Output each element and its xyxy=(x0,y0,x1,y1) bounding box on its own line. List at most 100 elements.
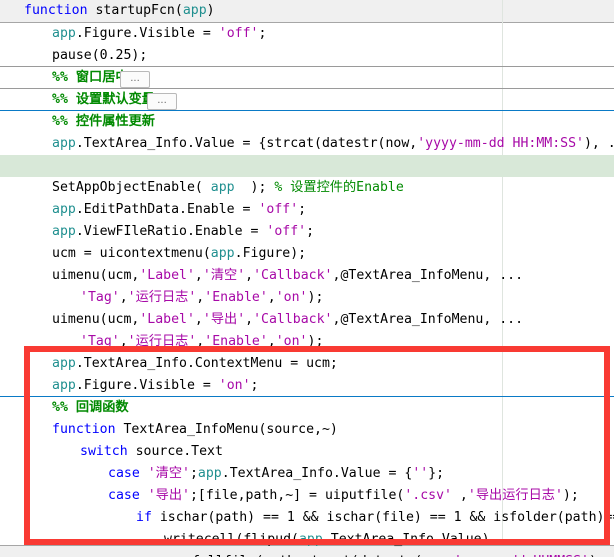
code-token-plain: pause(0.25); xyxy=(52,48,148,63)
code-token-plain: .TextArea_Info.Value), ... xyxy=(322,532,530,547)
code-token-prop: app xyxy=(197,466,222,481)
code-line-text: case '清空';app.TextArea_Info.Value = {''}… xyxy=(0,463,444,485)
code-token-str: '导出' xyxy=(147,488,190,503)
code-token-plain: , xyxy=(119,290,128,305)
code-token-str: 'Label' xyxy=(139,312,195,327)
code-token-prop: app xyxy=(52,224,76,239)
code-line-text: writecell(flipud(app.TextArea_Info.Value… xyxy=(0,529,529,551)
code-token-str: '运行日志' xyxy=(127,334,197,349)
section-divider xyxy=(0,110,614,111)
code-token-plain: ;[file,path,~] = uiputfile( xyxy=(189,488,405,503)
code-token-prop: app xyxy=(210,246,235,261)
code-token-plain: .Figure.Visible = xyxy=(75,26,219,41)
code-token-plain: }; xyxy=(428,466,445,481)
code-token-plain: ); xyxy=(307,290,324,305)
code-line-text: app.TextArea_Info.Value = {strcat(datest… xyxy=(0,133,614,155)
code-line[interactable]: SetAppObjectEnable( app ); % 设置控件的Enable xyxy=(0,177,614,199)
code-token-plain: ; xyxy=(258,26,267,41)
code-line[interactable]: app.Figure.Visible = 'off'; xyxy=(0,23,614,45)
code-line[interactable]: 'Tag','运行日志','Enable','on'); xyxy=(0,287,614,309)
section-divider xyxy=(0,66,614,67)
code-line-text: switch source.Text xyxy=(0,441,223,463)
code-token-sec: %% 回调函数 xyxy=(52,400,129,415)
code-line[interactable]: case '导出';[file,path,~] = uiputfile('.cs… xyxy=(0,485,614,507)
code-line[interactable]: %% 控件属性更新 xyxy=(0,111,614,133)
code-line[interactable]: app.TextArea_Info.ContextMenu = ucm; xyxy=(0,353,614,375)
code-token-plain: ); xyxy=(562,488,579,503)
code-line-text: fullfile(path,strcat(datestr(now,'yyyymm… xyxy=(0,551,614,557)
code-token-plain: .TextArea_Info.Value = {strcat(datestr(n… xyxy=(75,136,418,151)
code-token-sec: %% 设置默认变量 xyxy=(52,92,155,107)
collapsed-section-ellipsis-button[interactable]: ... xyxy=(147,93,177,110)
code-line-text: if ischar(path) == 1 && ischar(file) == … xyxy=(0,507,614,529)
code-line-text: uimenu(ucm,'Label','导出','Callback',@Text… xyxy=(0,309,523,331)
code-token-str: '' xyxy=(412,466,429,481)
code-line[interactable]: %% 窗口居中 xyxy=(0,67,614,89)
code-line[interactable]: uimenu(ucm,'Label','导出','Callback',@Text… xyxy=(0,309,614,331)
code-line-text: uimenu(ucm,'Label','清空','Callback',@Text… xyxy=(0,265,523,287)
code-token-plain: writecell(flipud( xyxy=(164,532,299,547)
code-lines[interactable]: function startupFcn(app) app.Figure.Visib… xyxy=(0,0,614,557)
code-token-str: '运行日志' xyxy=(127,290,197,305)
code-line[interactable]: %% 设置默认变量 xyxy=(0,89,614,111)
code-line-text: 'Tag','运行日志','Enable','on'); xyxy=(0,287,323,309)
code-token-prop: app xyxy=(182,3,207,18)
code-token-str: 'off' xyxy=(218,26,259,41)
code-token-str: 'yyyy-mm-dd HH:MM:SS' xyxy=(417,136,584,151)
code-token-prop: app xyxy=(210,180,235,195)
code-line[interactable]: writecell(flipud(app.TextArea_Info.Value… xyxy=(0,529,614,551)
code-token-plain: , xyxy=(267,290,276,305)
code-line-text: 'Tag','运行日志','Enable','on'); xyxy=(0,331,323,353)
code-token-str: 'off' xyxy=(258,202,299,217)
code-line-text: %% 设置默认变量 xyxy=(0,89,155,111)
code-line[interactable]: pause(0.25); xyxy=(0,45,614,67)
code-line[interactable]: fullfile(path,strcat(datestr(now,'yyyymm… xyxy=(0,551,614,557)
code-token-str: 'Enable' xyxy=(204,290,268,305)
code-line[interactable]: 'Tag','运行日志','Enable','on'); xyxy=(0,331,614,353)
code-line-text: function startupFcn(app) xyxy=(0,0,215,22)
code-token-str: 'Label' xyxy=(139,268,195,283)
code-token-prop: app xyxy=(52,202,76,217)
code-line[interactable]: switch source.Text xyxy=(0,441,614,463)
code-token-str: 'Callback' xyxy=(253,268,333,283)
code-line-text: function TextArea_InfoMenu(source,~) xyxy=(0,419,338,441)
code-line-text: %% 控件属性更新 xyxy=(0,111,155,133)
code-token-plain: ,@TextArea_InfoMenu, ... xyxy=(332,268,524,283)
code-token-str: 'on' xyxy=(218,378,251,393)
code-line[interactable]: app.EditPathData.Enable = 'off'; xyxy=(0,199,614,221)
code-token-str: '导出运行日志' xyxy=(467,488,563,503)
code-line-text: app.ViewFIleRatio.Enable = 'off'; xyxy=(0,221,314,243)
code-token-kw: if xyxy=(136,510,160,525)
code-line-text: ucm = uicontextmenu(app.Figure); xyxy=(0,243,306,265)
code-token-plain: .ViewFIleRatio.Enable = xyxy=(75,224,267,239)
code-token-plain: ,@TextArea_InfoMenu, ... xyxy=(332,312,524,327)
code-token-prop: app xyxy=(52,356,76,371)
code-line[interactable]: uimenu(ucm,'Label','清空','Callback',@Text… xyxy=(0,265,614,287)
code-line-text: case '导出';[file,path,~] = uiputfile('.cs… xyxy=(0,485,579,507)
code-line[interactable]: ucm = uicontextmenu(app.Figure); xyxy=(0,243,614,265)
code-token-prop: app xyxy=(298,532,323,547)
code-line[interactable]: app.Figure.Visible = 'on'; xyxy=(0,375,614,397)
code-token-plain: ; xyxy=(250,378,259,393)
code-line-text: SetAppObjectEnable( app ); % 设置控件的Enable xyxy=(0,177,404,199)
collapsed-section-ellipsis-button[interactable]: ... xyxy=(120,71,150,88)
code-line[interactable]: app.ViewFIleRatio.Enable = 'off'; xyxy=(0,221,614,243)
code-token-plain: ; xyxy=(298,202,307,217)
code-token-plain: , xyxy=(267,334,276,349)
code-token-sec: %% 控件属性更新 xyxy=(52,114,155,129)
code-line[interactable]: if ischar(path) == 1 && ischar(file) == … xyxy=(0,507,614,529)
code-token-plain: ) xyxy=(206,3,215,18)
code-line[interactable]: app.TextArea_Info.Value = {strcat(datest… xyxy=(0,133,614,155)
code-line[interactable]: case '清空';app.TextArea_Info.Value = {''}… xyxy=(0,463,614,485)
code-editor[interactable]: function startupFcn(app) app.Figure.Visib… xyxy=(0,0,614,557)
code-line[interactable]: %% 回调函数 xyxy=(0,397,614,419)
code-line[interactable]: function startupFcn(app) xyxy=(0,0,614,22)
code-line-text: app.EditPathData.Enable = 'off'; xyxy=(0,199,306,221)
code-token-plain: .EditPathData.Enable = xyxy=(75,202,259,217)
code-token-plain: .Figure.Visible = xyxy=(75,378,219,393)
code-token-kw: switch xyxy=(80,444,136,459)
code-token-prop: app xyxy=(52,136,76,151)
code-token-plain: , xyxy=(451,488,468,503)
code-line[interactable]: function TextArea_InfoMenu(source,~) xyxy=(0,419,614,441)
code-token-plain: , xyxy=(119,334,128,349)
